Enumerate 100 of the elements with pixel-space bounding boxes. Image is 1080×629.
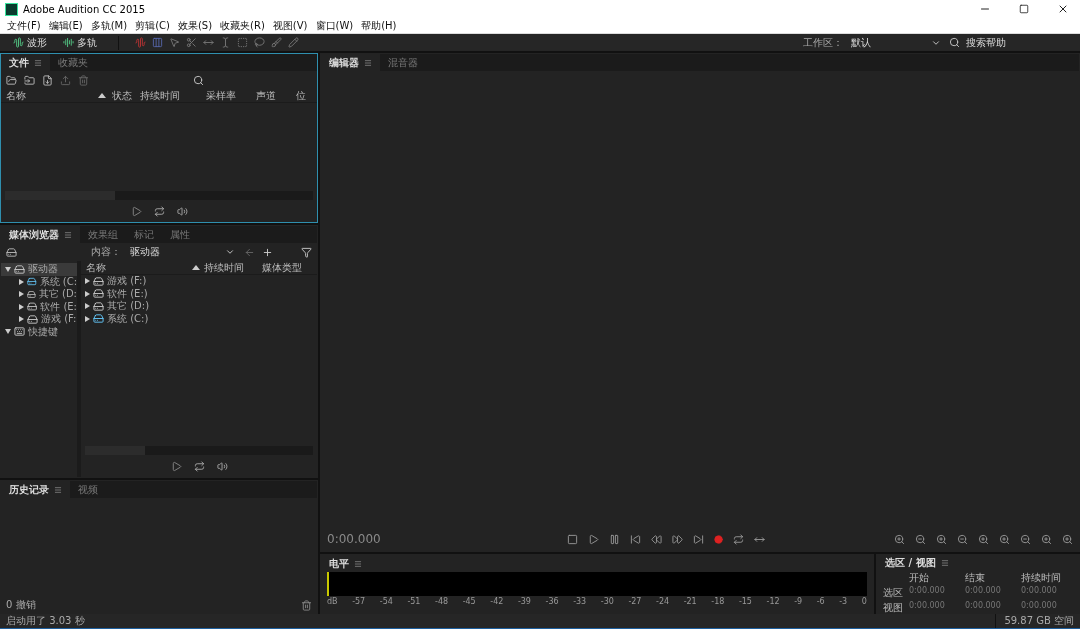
play-icon[interactable]: [588, 533, 599, 545]
tree-item[interactable]: 游戏 (F:: [1, 313, 77, 326]
back-icon[interactable]: [244, 246, 255, 258]
loop-icon[interactable]: [733, 533, 744, 545]
panel-tab[interactable]: 历史记录: [1, 481, 70, 498]
time-value[interactable]: 0:00.000: [965, 601, 1017, 615]
content-dropdown[interactable]: 驱动器: [128, 245, 237, 259]
time-value[interactable]: 0:00.000: [965, 586, 1017, 600]
column-header[interactable]: 状态: [112, 88, 140, 103]
zoom-out-icon[interactable]: [1020, 533, 1031, 545]
tree-item[interactable]: 快捷键: [1, 325, 77, 338]
menu-item[interactable]: 收藏夹(R): [216, 18, 269, 33]
zoom-in-icon[interactable]: [894, 533, 905, 545]
time-value[interactable]: 0:00.000: [909, 601, 961, 615]
drive-icon[interactable]: [93, 300, 104, 312]
export-icon[interactable]: [60, 74, 71, 86]
tree-item[interactable]: 软件 (E:: [1, 300, 77, 313]
zoom-in-icon[interactable]: [978, 533, 989, 545]
zoom-in-icon[interactable]: [1062, 533, 1073, 545]
waveform-view-icon[interactable]: [135, 37, 146, 48]
shortcut-icon[interactable]: [14, 326, 25, 338]
menu-icon[interactable]: [940, 558, 949, 567]
time-selection-icon[interactable]: [220, 37, 231, 48]
zoom-out-icon[interactable]: [957, 533, 968, 545]
move-tool-icon[interactable]: [169, 37, 180, 48]
brush-icon[interactable]: [271, 37, 282, 48]
view-button[interactable]: 多轨: [58, 35, 102, 50]
tree-item[interactable]: 系统 (C:: [1, 275, 77, 288]
menu-item[interactable]: 编辑(E): [44, 18, 87, 33]
menu-item[interactable]: 剪辑(C): [131, 18, 174, 33]
search-help-field[interactable]: 搜索帮助: [966, 35, 1006, 50]
menu-item[interactable]: 视图(V): [268, 18, 312, 33]
menu-icon[interactable]: [54, 485, 62, 494]
tree-item[interactable]: 其它 (D:: [1, 288, 77, 301]
panel-tab[interactable]: 标记: [126, 226, 162, 243]
waveform-icon[interactable]: [13, 37, 24, 48]
previous-icon[interactable]: [630, 533, 641, 545]
system-drive-icon[interactable]: [27, 276, 37, 288]
panel-tab[interactable]: 媒体浏览器: [1, 226, 80, 243]
drive-icon[interactable]: [27, 301, 38, 313]
import-icon[interactable]: [24, 74, 35, 86]
drive-icon[interactable]: [27, 288, 36, 300]
drive-row[interactable]: 系统 (C:): [81, 312, 317, 325]
zoom-in-icon[interactable]: [936, 533, 947, 545]
stop-icon[interactable]: [567, 533, 578, 545]
menu-item[interactable]: 帮助(H): [357, 18, 401, 33]
next-icon[interactable]: [693, 533, 704, 545]
drive-icon[interactable]: [6, 246, 17, 258]
pencil-icon[interactable]: [288, 37, 299, 48]
autoplay-icon[interactable]: [216, 460, 228, 472]
pause-icon[interactable]: [609, 533, 620, 545]
drive-icon[interactable]: [93, 275, 104, 287]
time-value[interactable]: 0:00.000: [1021, 586, 1073, 600]
drive-icon[interactable]: [14, 263, 25, 275]
panel-tab[interactable]: 混音器: [380, 54, 426, 71]
time-value[interactable]: 0:00.000: [909, 586, 961, 600]
zoom-in-icon[interactable]: [1041, 533, 1052, 545]
marquee-icon[interactable]: [237, 37, 248, 48]
autoplay-icon[interactable]: [176, 205, 188, 217]
menu-icon[interactable]: [34, 58, 42, 67]
column-header[interactable]: 媒体类型: [262, 260, 312, 275]
search-icon[interactable]: [193, 74, 204, 86]
menu-icon[interactable]: [64, 230, 72, 239]
spectral-view-icon[interactable]: [152, 37, 163, 48]
play-icon[interactable]: [130, 205, 142, 217]
trash-icon[interactable]: [301, 599, 312, 611]
menu-item[interactable]: 窗口(W): [311, 18, 358, 33]
maximize-icon[interactable]: [1019, 4, 1029, 14]
panel-tab[interactable]: 视频: [70, 481, 106, 498]
column-header[interactable]: 持续时间: [140, 88, 206, 103]
new-file-icon[interactable]: [42, 74, 53, 86]
play-icon[interactable]: [170, 460, 182, 472]
column-header[interactable]: 声道: [256, 88, 296, 103]
view-button[interactable]: 波形: [8, 35, 52, 50]
workspace-dropdown[interactable]: 默认: [849, 36, 943, 49]
menu-item[interactable]: 文件(F): [3, 18, 45, 33]
drive-row[interactable]: 游戏 (F:): [81, 275, 317, 288]
time-value[interactable]: 0:00.000: [1021, 601, 1073, 615]
zoom-in-icon[interactable]: [999, 533, 1010, 545]
column-header[interactable]: 位: [296, 88, 306, 103]
menu-item[interactable]: 多轨(M): [86, 18, 132, 33]
panel-tab[interactable]: 属性: [162, 226, 198, 243]
panel-tab[interactable]: 效果组: [80, 226, 126, 243]
panel-tab[interactable]: 文件: [1, 54, 50, 71]
column-header[interactable]: 名称: [86, 260, 204, 275]
drive-icon[interactable]: [93, 288, 104, 300]
rewind-icon[interactable]: [651, 533, 662, 545]
close-icon[interactable]: [1057, 3, 1069, 15]
column-header[interactable]: 名称: [6, 88, 112, 103]
open-folder-icon[interactable]: [6, 74, 17, 86]
record-icon[interactable]: [714, 534, 723, 544]
lasso-icon[interactable]: [254, 37, 265, 48]
loop-icon[interactable]: [193, 460, 205, 472]
menu-icon[interactable]: [364, 58, 372, 67]
tree-item[interactable]: 驱动器: [1, 263, 77, 276]
slip-tool-icon[interactable]: [203, 37, 214, 48]
fast-forward-icon[interactable]: [672, 533, 683, 545]
panel-tab[interactable]: 收藏夹: [50, 54, 96, 71]
drive-icon[interactable]: [27, 313, 38, 325]
column-header[interactable]: 持续时间: [204, 260, 262, 275]
